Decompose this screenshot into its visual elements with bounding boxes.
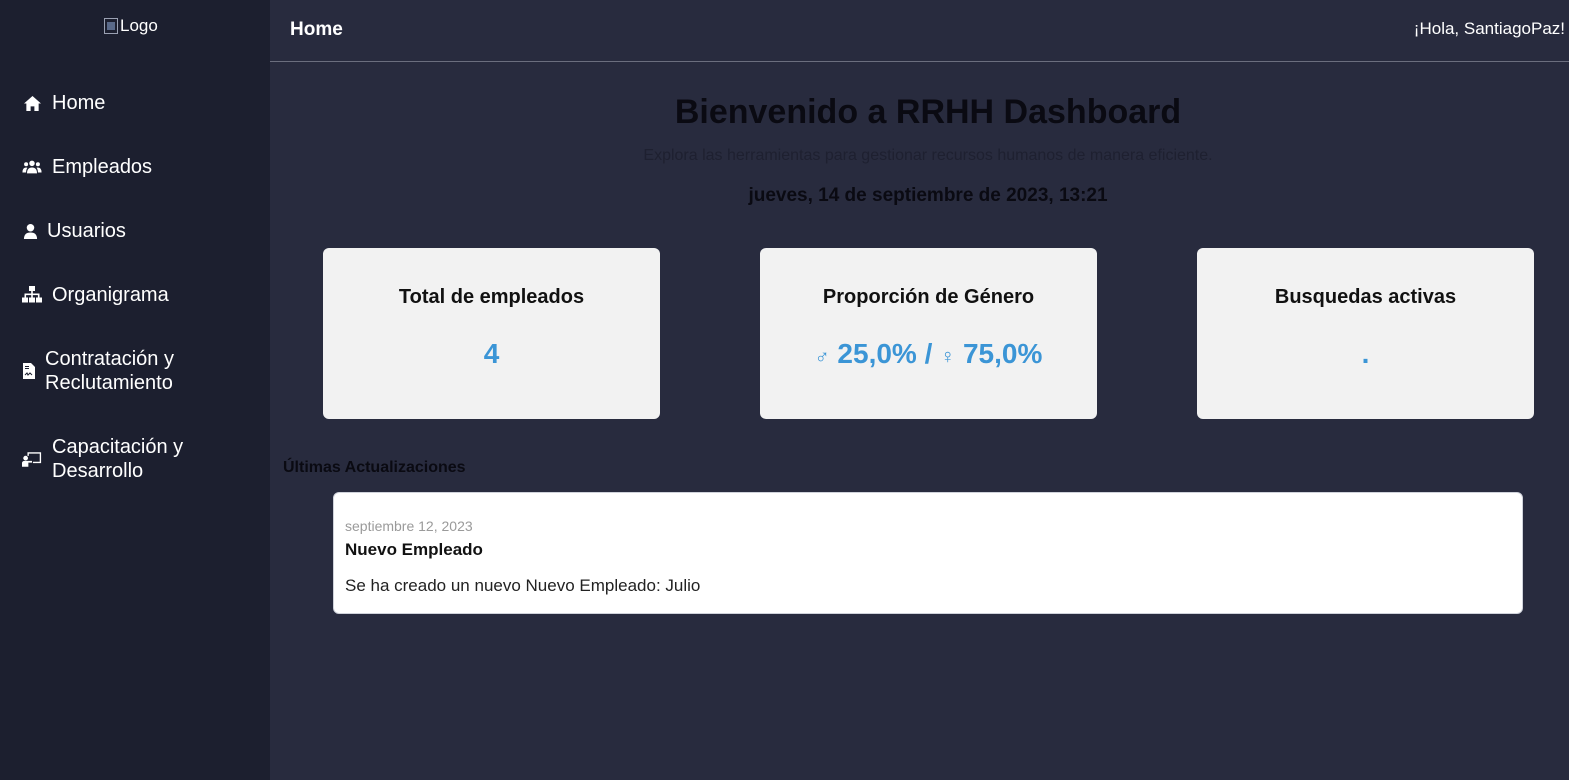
sidebar-item-empleados[interactable]: Empleados	[22, 155, 152, 179]
card-value: 4	[483, 338, 500, 369]
sidebar-item-label: Contratación y	[45, 348, 174, 370]
sidebar-item-label-line2: Reclutamiento	[45, 372, 173, 394]
sitemap-icon	[22, 285, 42, 305]
update-title: Nuevo Empleado	[345, 540, 483, 559]
sidebar-item-home[interactable]: Home	[22, 91, 105, 115]
welcome-section: Bienvenido a RRHH Dashboard Explora las …	[270, 0, 1569, 220]
sidebar-item-label: Organigrama	[52, 284, 169, 306]
gender-separator: /	[924, 338, 933, 369]
card-proporcion-genero: Proporción de Género ♂ 25,0% / ♀ 75,0%	[760, 248, 1097, 419]
sidebar-item-label-group: Capacitación y Desarrollo	[52, 435, 183, 483]
sidebar-item-label: Empleados	[52, 156, 153, 178]
users-icon	[22, 157, 42, 177]
card-value-gender: ♂ 25,0% / ♀ 75,0%	[760, 338, 1097, 370]
sidebar-item-organigrama[interactable]: Organigrama	[22, 283, 169, 307]
user-icon	[22, 221, 39, 241]
update-item: septiembre 12, 2023 Nuevo Empleado Se ha…	[333, 492, 1523, 614]
logo-alt-text: Logo	[120, 16, 158, 35]
sidebar: Logo Home Empleados Usuarios Organigrama…	[0, 0, 270, 780]
chalkboard-teacher-icon	[22, 449, 42, 469]
sidebar-item-usuarios[interactable]: Usuarios	[22, 219, 126, 243]
sidebar-item-label: Usuarios	[47, 220, 126, 242]
sidebar-item-contratacion[interactable]: Contratación y Reclutamiento	[22, 347, 174, 395]
female-symbol-icon: ♀	[940, 346, 956, 368]
card-title: Proporción de Género	[822, 286, 1035, 308]
sidebar-item-label-group: Contratación y Reclutamiento	[45, 347, 174, 395]
card-title: Total de empleados	[398, 286, 585, 308]
updates-heading: Últimas Actualizaciones	[283, 459, 466, 476]
female-percentage: 75,0%	[962, 338, 1043, 369]
welcome-title: Bienvenido a RRHH Dashboard	[674, 93, 1182, 131]
update-date: septiembre 12, 2023	[345, 518, 473, 534]
male-symbol-icon: ♂	[814, 346, 830, 368]
welcome-subtitle: Explora las herramientas para gestionar …	[643, 147, 1213, 164]
card-total-empleados: Total de empleados 4	[323, 248, 660, 419]
home-icon	[22, 93, 42, 113]
logo[interactable]: Logo	[104, 16, 158, 36]
sidebar-item-label: Home	[52, 92, 106, 114]
current-datetime: jueves, 14 de septiembre de 2023, 13:21	[748, 185, 1108, 206]
broken-image-icon	[104, 18, 118, 34]
file-contract-icon	[22, 361, 36, 381]
sidebar-item-label-line2: Desarrollo	[52, 460, 144, 482]
card-value: .	[1361, 338, 1370, 369]
sidebar-item-label: Capacitación y	[52, 436, 184, 458]
card-title: Busquedas activas	[1274, 286, 1457, 308]
male-percentage: 25,0%	[837, 338, 917, 369]
sidebar-item-capacitacion[interactable]: Capacitación y Desarrollo	[22, 435, 183, 483]
card-busquedas-activas: Busquedas activas .	[1197, 248, 1534, 419]
update-body: Se ha creado un nuevo Nuevo Empleado: Ju…	[345, 576, 701, 595]
